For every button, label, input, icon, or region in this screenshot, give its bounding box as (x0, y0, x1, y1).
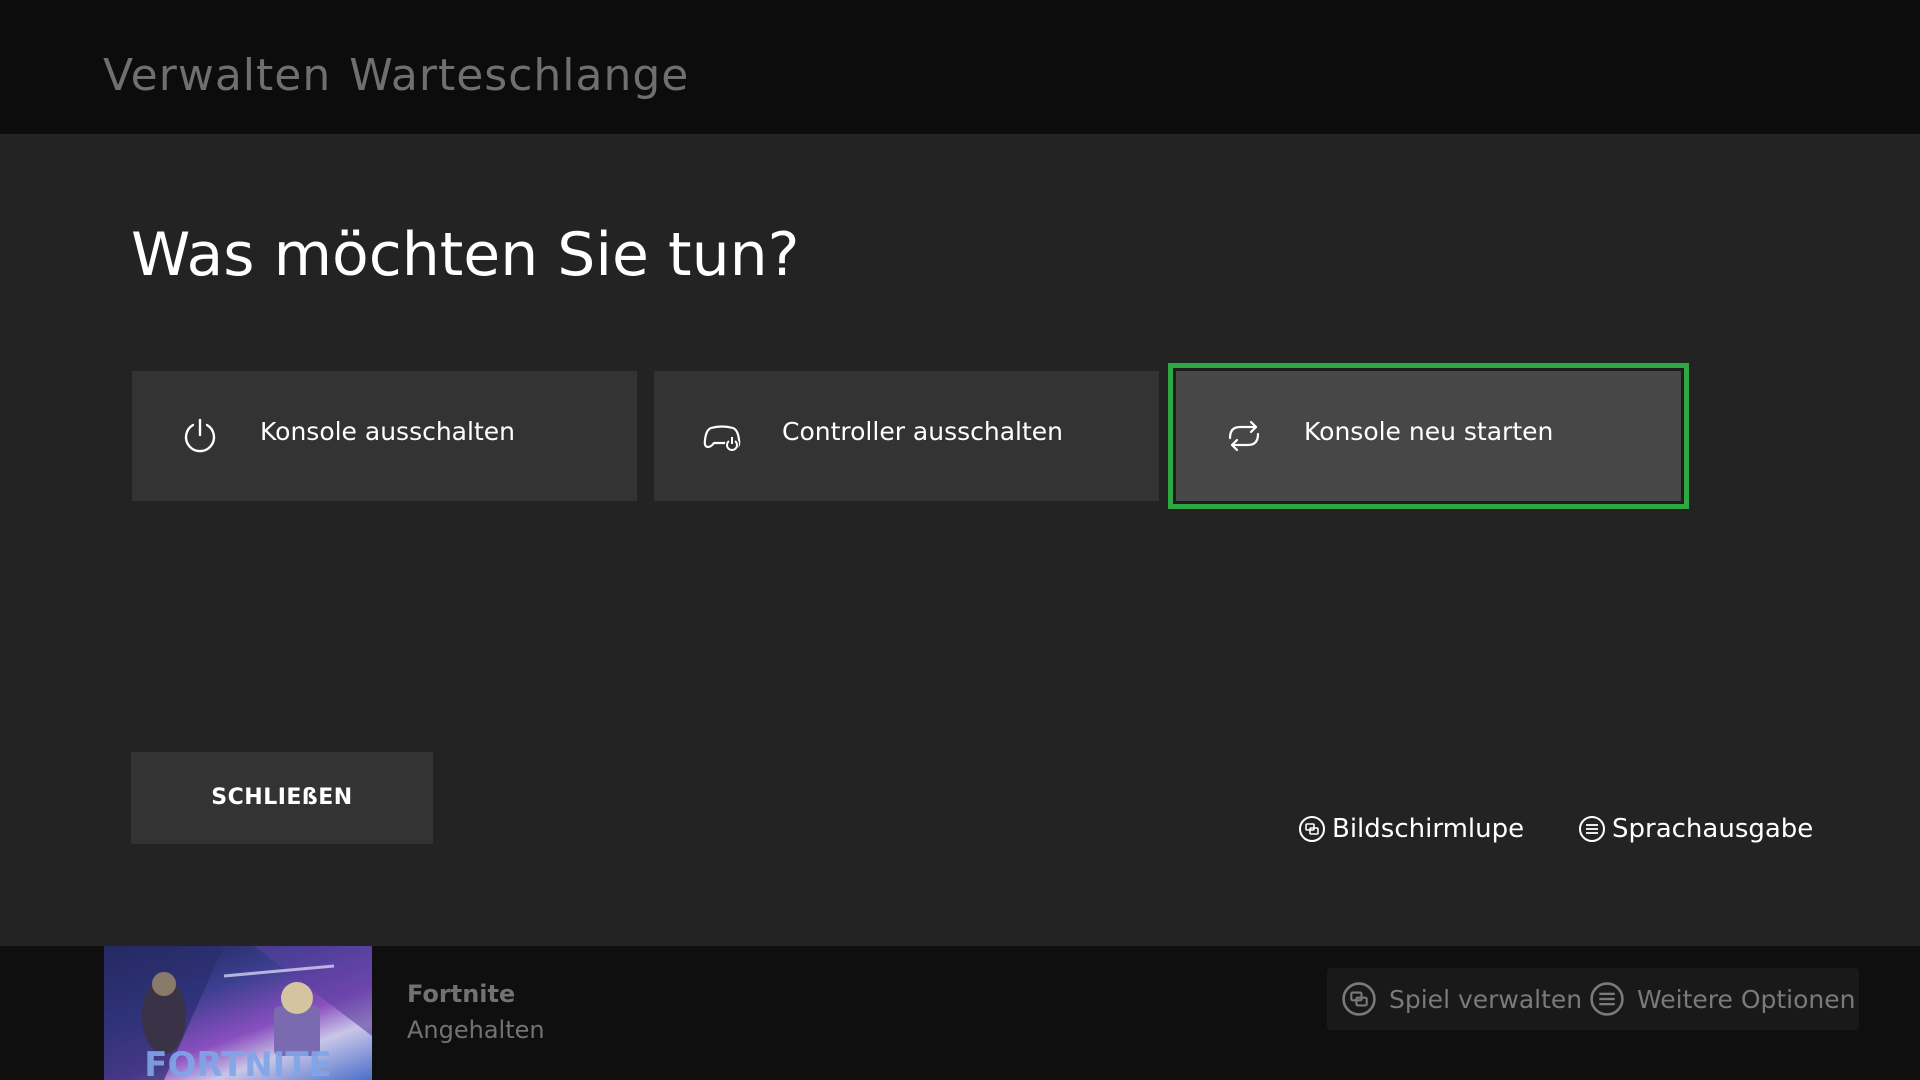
game-name: Fortnite (407, 980, 516, 1008)
close-button[interactable]: SCHLIEßEN (131, 752, 433, 844)
option-console-shutdown-label: Konsole ausschalten (260, 417, 515, 446)
game-status: Angehalten (407, 1016, 545, 1044)
hint-narrator-label: Sprachausgabe (1612, 814, 1814, 844)
game-actions: Spiel verwalten Weitere Optionen (1327, 968, 1859, 1030)
hint-magnifier-label: Bildschirmlupe (1332, 814, 1525, 844)
manage-game-action[interactable]: Spiel verwalten (1341, 980, 1582, 1018)
fortnite-logo-text: FORTNITE (144, 1045, 332, 1080)
option-console-shutdown[interactable]: Konsole ausschalten (132, 371, 637, 501)
restart-icon (1228, 420, 1260, 452)
option-console-restart-label: Konsole neu starten (1304, 417, 1554, 446)
tab-verwalten[interactable]: Verwalten (103, 50, 331, 101)
tab-warteschlange[interactable]: Warteschlange (349, 50, 689, 101)
power-dialog: Was möchten Sie tun? Konsole ausschalten… (0, 134, 1920, 946)
option-controller-shutdown-label: Controller ausschalten (782, 417, 1064, 446)
controller-power-icon (703, 425, 741, 451)
manage-game-label: Spiel verwalten (1389, 984, 1583, 1014)
more-options-label: Weitere Optionen (1637, 984, 1856, 1014)
power-icon (184, 418, 216, 453)
view-button-icon (1342, 982, 1376, 1016)
dialog-title: Was möchten Sie tun? (131, 220, 800, 290)
option-console-restart[interactable]: Konsole neu starten (1168, 363, 1689, 509)
view-button-icon (1299, 816, 1325, 842)
fortnite-artwork: FORTNITE (104, 946, 372, 1080)
top-bar-tabs: Verwalten Warteschlange (103, 50, 707, 101)
hint-magnifier[interactable]: Bildschirmlupe (1298, 811, 1524, 847)
top-bar: Verwalten Warteschlange (0, 0, 1920, 134)
option-controller-shutdown[interactable]: Controller ausschalten (654, 371, 1159, 501)
menu-button-icon (1579, 816, 1605, 842)
hint-narrator[interactable]: Sprachausgabe (1578, 811, 1813, 847)
menu-button-icon (1590, 982, 1624, 1016)
bottom-bar: FORTNITE Fortnite Angehalten Spiel verwa… (0, 946, 1920, 1080)
game-thumbnail[interactable]: FORTNITE (104, 946, 372, 1080)
more-options-action[interactable]: Weitere Optionen (1589, 980, 1855, 1018)
